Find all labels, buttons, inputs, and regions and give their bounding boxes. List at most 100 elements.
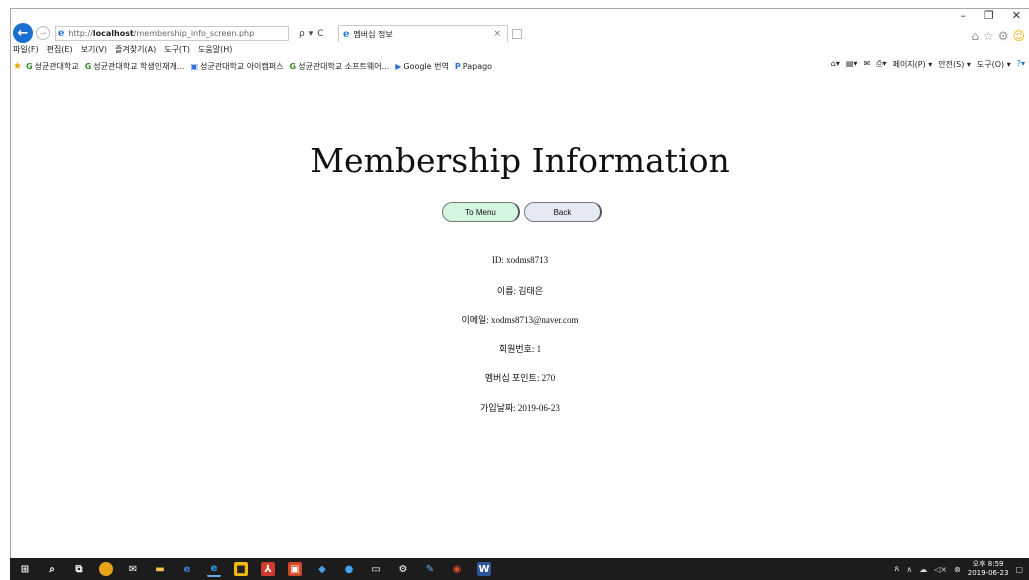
close-icon[interactable]: ✕ bbox=[1012, 9, 1021, 22]
favorite-google-translate[interactable]: ▶ Google 번역 bbox=[395, 61, 449, 72]
clock-date: 2019-06-23 bbox=[967, 569, 1009, 577]
chevron-up-icon[interactable]: ∧ bbox=[906, 565, 912, 574]
3d-object-icon[interactable]: ◆ bbox=[315, 562, 329, 576]
powerpoint-icon[interactable]: ▣ bbox=[288, 562, 302, 576]
notification-icon[interactable]: ▢ bbox=[1015, 565, 1023, 574]
favorite-papago[interactable]: P Papago bbox=[455, 62, 492, 71]
home-small-icon[interactable]: ⌂▾ bbox=[831, 59, 840, 70]
skku-icon: G bbox=[25, 61, 33, 71]
feeds-icon[interactable]: ▤▾ bbox=[846, 59, 858, 70]
menu-bar: 파일(F) 편집(E) 보기(V) 즐겨찾기(A) 도구(T) 도움말(H) bbox=[13, 44, 232, 56]
tab-title: 멤버십 정보 bbox=[353, 29, 393, 39]
pen-icon[interactable]: ✎ bbox=[423, 562, 437, 576]
url-path: /membership_info_screen.php bbox=[133, 29, 255, 38]
favorite-skku-student[interactable]: G 성균관대학교 학생인재개... bbox=[85, 61, 185, 72]
google-translate-icon: ▶ bbox=[395, 61, 402, 71]
menu-help[interactable]: 도움말(H) bbox=[198, 44, 232, 56]
menu-file[interactable]: 파일(F) bbox=[13, 44, 39, 56]
title-bar: ← → e http://localhost/membership_info_s… bbox=[11, 9, 1029, 43]
info-member-number: 회원번호: 1 bbox=[498, 344, 542, 354]
media-icon[interactable]: ◉ bbox=[450, 562, 464, 576]
tab-ie-icon: e bbox=[343, 28, 350, 40]
forward-arrow-icon[interactable]: → bbox=[36, 26, 50, 40]
new-tab-icon[interactable] bbox=[512, 29, 522, 39]
favorites-star-add-icon[interactable]: ★ bbox=[13, 61, 22, 72]
favorite-label: 성균관대학교 아이캠퍼스 bbox=[200, 61, 284, 71]
word-icon[interactable]: W bbox=[477, 562, 491, 576]
terminal-icon[interactable]: ▭ bbox=[369, 562, 383, 576]
favorite-label: Papago bbox=[462, 61, 493, 71]
refresh-icon[interactable]: C bbox=[317, 29, 323, 39]
menu-tools[interactable]: 도구(T) bbox=[164, 44, 190, 56]
url-host: localhost bbox=[92, 29, 134, 38]
back-arrow-icon[interactable]: ← bbox=[13, 23, 33, 43]
page-icon: ▣ bbox=[190, 61, 198, 71]
search-icon[interactable]: ⌕ bbox=[45, 562, 59, 576]
clock[interactable]: 오후 8:59 2019-06-23 bbox=[968, 560, 1009, 578]
favorites-star-icon[interactable]: ☆ bbox=[983, 29, 994, 43]
to-menu-button[interactable]: To Menu bbox=[442, 202, 520, 222]
favorite-label: 성균관대학교 소프트웨어... bbox=[298, 61, 390, 71]
info-email: 이메일: xodms8713@naver.com bbox=[461, 315, 579, 325]
command-bar: ⌂▾ ▤▾ ✉ ⎙▾ 페이지(P) ▾ 안전(S) ▾ 도구(O) ▾ ?▾ bbox=[831, 59, 1025, 70]
back-button[interactable]: Back bbox=[524, 202, 602, 222]
app-icon[interactable]: ● bbox=[342, 562, 356, 576]
favorite-label: 성균관대학교 학생인재개... bbox=[93, 61, 185, 71]
mail-icon[interactable]: ✉ bbox=[126, 562, 140, 576]
volume-icon[interactable]: ◁× bbox=[934, 565, 947, 574]
minimize-icon[interactable]: – bbox=[960, 9, 966, 22]
ie-logo-icon: e bbox=[58, 28, 65, 39]
home-icon[interactable]: ⌂ bbox=[971, 29, 979, 43]
smiley-feedback-icon[interactable]: ☺ bbox=[1012, 29, 1025, 43]
favorite-label: Google 번역 bbox=[403, 61, 449, 71]
mail-icon[interactable]: ✉ bbox=[863, 59, 870, 70]
info-join-date: 가입날짜: 2019-06-23 bbox=[480, 403, 560, 413]
task-view-icon[interactable]: ⧉ bbox=[72, 562, 86, 576]
system-tray: ጰ ∧ ☁ ◁× ⊗ 오후 8:59 2019-06-23 ▢ bbox=[895, 560, 1023, 578]
restore-icon[interactable]: ❐ bbox=[984, 9, 994, 22]
taskbar: ⊞ ⌕ ⧉ ✉ ▬ e e ■ ⅄ ▣ ◆ ● ▭ ⚙ ✎ ◉ W ጰ ∧ ☁ … bbox=[10, 558, 1029, 580]
papago-icon: P bbox=[454, 61, 461, 71]
clock-time: 오후 8:59 bbox=[972, 560, 1004, 568]
menu-edit[interactable]: 편집(E) bbox=[47, 44, 73, 56]
network-icon[interactable]: ☁ bbox=[919, 565, 927, 574]
keyboard-icon[interactable]: ⊗ bbox=[954, 565, 961, 574]
window-controls: – ❐ ✕ bbox=[960, 9, 1021, 22]
tab-close-icon[interactable]: × bbox=[493, 29, 501, 39]
sticky-notes-icon[interactable]: ■ bbox=[234, 562, 248, 576]
command-safety[interactable]: 안전(S) ▾ bbox=[938, 59, 971, 70]
skku-icon: G bbox=[289, 61, 297, 71]
file-explorer-icon[interactable]: ▬ bbox=[153, 562, 167, 576]
internet-explorer-icon[interactable]: e bbox=[207, 561, 221, 577]
browser-toolbar-icons: ⌂ ☆ ⚙ ☺ bbox=[971, 29, 1025, 43]
menu-favorites[interactable]: 즐겨찾기(A) bbox=[115, 44, 156, 56]
dropdown-icon[interactable]: ▾ bbox=[309, 29, 314, 39]
skku-icon: G bbox=[84, 61, 92, 71]
info-name: 이름: 김태은 bbox=[496, 286, 544, 296]
info-membership-points: 멤버십 포인트: 270 bbox=[484, 373, 556, 383]
edge-icon[interactable]: e bbox=[180, 562, 194, 576]
command-page[interactable]: 페이지(P) ▾ bbox=[893, 59, 933, 70]
menu-view[interactable]: 보기(V) bbox=[81, 44, 107, 56]
address-bar[interactable]: e http://localhost/membership_info_scree… bbox=[55, 26, 289, 41]
windows-start-icon[interactable]: ⊞ bbox=[18, 562, 32, 576]
favorite-skku-software[interactable]: G 성균관대학교 소프트웨어... bbox=[290, 61, 390, 72]
search-icon[interactable]: ρ bbox=[299, 29, 305, 39]
print-icon[interactable]: ⎙▾ bbox=[876, 59, 886, 70]
tab-membership-info[interactable]: e 멤버십 정보 × bbox=[338, 25, 508, 42]
browser-window: ← → e http://localhost/membership_info_s… bbox=[10, 8, 1029, 580]
command-tools[interactable]: 도구(O) ▾ bbox=[977, 59, 1011, 70]
settings-app-icon[interactable]: ⚙ bbox=[396, 562, 410, 576]
favorite-label: 성균관대학교 bbox=[34, 61, 79, 71]
acrobat-icon[interactable]: ⅄ bbox=[261, 562, 275, 576]
person-icon[interactable]: ጰ bbox=[895, 564, 900, 574]
info-id: ID: xodms8713 bbox=[491, 255, 549, 265]
favorite-skku[interactable]: G 성균관대학교 bbox=[26, 61, 79, 72]
page-title: Membership Information bbox=[310, 141, 730, 180]
help-icon[interactable]: ?▾ bbox=[1017, 59, 1025, 70]
chrome-icon[interactable] bbox=[99, 562, 113, 576]
favorite-icampus[interactable]: ▣ 성균관대학교 아이캠퍼스 bbox=[190, 61, 283, 72]
gear-icon[interactable]: ⚙ bbox=[998, 29, 1009, 43]
url-prefix: http:// bbox=[68, 29, 93, 38]
address-tools: ρ ▾ C bbox=[299, 26, 324, 41]
